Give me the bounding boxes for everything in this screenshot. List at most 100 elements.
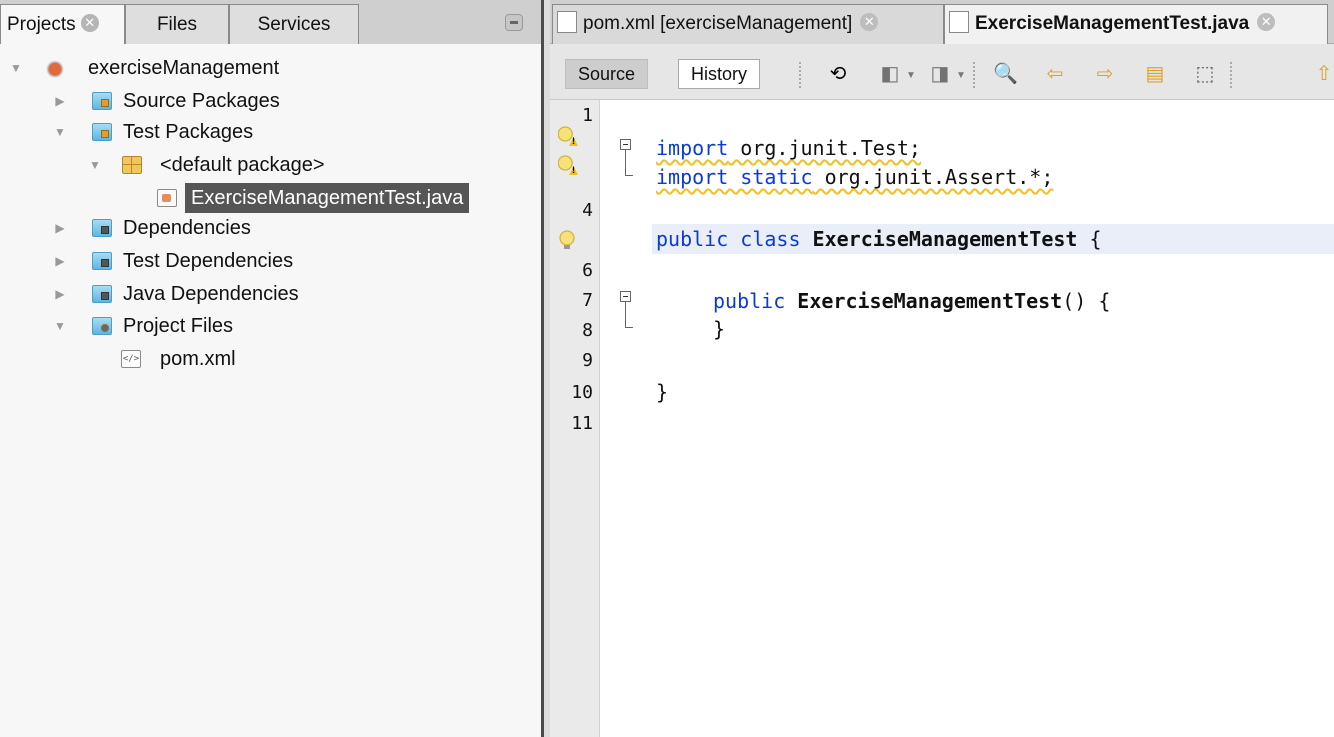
collapsed-arrow-icon[interactable]: ▶ [53, 213, 67, 243]
find-icon[interactable]: 🔍 [993, 62, 1018, 86]
find-previous-icon[interactable]: ⇦ [1043, 62, 1067, 86]
tree-node-source-packages[interactable]: ▶ Source Packages [0, 86, 541, 116]
maven-project-icon [44, 56, 66, 78]
toggle-rectangular-selection-icon[interactable]: ⬚ [1193, 62, 1217, 86]
editor-gutter: 1 4 6 7 8 9 10 11 [550, 100, 600, 737]
code-keyword: import [656, 136, 729, 160]
tab-files[interactable]: Files [125, 4, 229, 44]
tree-node-label-selected: ExerciseManagementTest.java [185, 183, 470, 213]
tree-node-project-files[interactable]: ▼ Project Files [0, 311, 541, 341]
java-test-file-icon [949, 10, 969, 33]
xml-file-icon [557, 10, 577, 33]
code-constructor-name: ExerciseManagementTest [797, 289, 1063, 313]
line-number: 6 [582, 260, 593, 281]
collapsed-arrow-icon[interactable]: ▶ [53, 86, 67, 116]
tree-node-test-packages[interactable]: ▼ Test Packages [0, 117, 541, 147]
expanded-arrow-icon[interactable]: ▼ [53, 117, 67, 147]
java-dependencies-folder-icon [92, 285, 112, 303]
tree-node-label: Java Dependencies [123, 283, 299, 305]
warning-bulb-icon[interactable] [558, 126, 576, 146]
code-keyword: public class [656, 227, 801, 251]
code-keyword: public [713, 289, 786, 313]
test-folder-icon [92, 123, 112, 141]
line-number: 1 [582, 105, 593, 126]
forward-icon[interactable]: ◨ [928, 62, 952, 86]
tree-node-java-dependencies[interactable]: ▶ Java Dependencies [0, 279, 541, 309]
back-icon[interactable]: ◧ [878, 62, 902, 86]
project-files-folder-icon [92, 317, 112, 335]
tree-node-label: Source Packages [123, 90, 280, 112]
last-edit-icon[interactable]: ⟲ [826, 62, 850, 86]
java-test-file-icon [157, 189, 177, 207]
tree-node-label: Test Dependencies [123, 250, 294, 272]
code-line-5: public class ExerciseManagementTest { [656, 224, 1102, 254]
back-dropdown-icon[interactable]: ▼ [906, 70, 916, 81]
bookmark-icon[interactable]: ⇧ [1312, 62, 1334, 86]
line-number: 10 [571, 382, 593, 403]
editor-tab-label: pom.xml [exerciseManagement] [583, 13, 853, 34]
code-keyword: import static [656, 165, 813, 189]
fold-line [625, 150, 626, 175]
tree-node-label: <default package> [160, 154, 325, 176]
tree-node-pom[interactable]: </> pom.xml [0, 344, 541, 374]
editor-tab-pom[interactable]: pom.xml [exerciseManagement] ✕ [552, 4, 944, 44]
collapsed-arrow-icon[interactable]: ▶ [53, 279, 67, 309]
line-number: 9 [582, 350, 593, 371]
code-text: { [1077, 227, 1102, 251]
tree-node-label: exerciseManagement [88, 57, 280, 79]
editor-panel: pom.xml [exerciseManagement] ✕ ExerciseMa… [550, 0, 1334, 737]
package-icon [122, 156, 142, 174]
dependencies-folder-icon [92, 219, 112, 237]
code-text: org.junit.Test; [728, 136, 921, 160]
tree-node-project[interactable]: ▼ exerciseManagement [0, 53, 541, 83]
collapse-fold-icon[interactable] [620, 291, 631, 302]
code-line-3: import static org.junit.Assert.*; [656, 162, 1053, 192]
warning-bulb-icon[interactable] [558, 155, 576, 175]
code-line-10: } [656, 377, 668, 407]
close-icon[interactable]: ✕ [1257, 13, 1276, 32]
forward-dropdown-icon[interactable]: ▼ [956, 70, 966, 81]
hint-bulb-icon[interactable] [558, 230, 576, 250]
line-number: 4 [582, 200, 593, 221]
fold-line [625, 302, 626, 327]
toggle-highlight-icon[interactable]: ▤ [1143, 62, 1167, 86]
code-editor[interactable]: import org.junit.Test; import static org… [652, 100, 1334, 737]
code-line-2: import org.junit.Test; [656, 133, 921, 163]
tree-node-default-package[interactable]: ▼ <default package> [0, 150, 541, 180]
projects-panel-tabbar: Projects ✕ Files Services [0, 0, 541, 44]
editor-toolbar: Source History ⟲ ◧ ▼ ◨ ▼ 🔍 ⇦ ⇨ ▤ ⬚ ⇧ [550, 44, 1334, 100]
panel-splitter[interactable] [541, 0, 550, 737]
tree-node-dependencies[interactable]: ▶ Dependencies [0, 213, 541, 243]
tab-projects[interactable]: Projects ✕ [0, 4, 125, 44]
minimize-window-icon[interactable] [505, 14, 523, 31]
collapse-fold-icon[interactable] [620, 139, 631, 150]
expanded-arrow-icon[interactable]: ▼ [88, 150, 102, 180]
projects-panel: Projects ✕ Files Services ▼ exerciseManag… [0, 0, 541, 737]
tree-node-test-dependencies[interactable]: ▶ Test Dependencies [0, 246, 541, 276]
expanded-arrow-icon[interactable]: ▼ [53, 311, 67, 341]
tab-projects-label: Projects [7, 14, 76, 35]
find-next-icon[interactable]: ⇨ [1093, 62, 1117, 86]
expanded-arrow-icon[interactable]: ▼ [9, 53, 23, 83]
close-icon[interactable]: ✕ [860, 13, 879, 32]
toolbar-separator [973, 62, 976, 88]
code-text: () { [1062, 289, 1111, 313]
tree-node-label: Test Packages [123, 121, 254, 143]
code-class-name: ExerciseManagementTest [812, 227, 1078, 251]
collapsed-arrow-icon[interactable]: ▶ [53, 246, 67, 276]
tree-node-label: pom.xml [160, 348, 236, 370]
line-number: 8 [582, 320, 593, 341]
tree-node-test-file[interactable]: ExerciseManagementTest.java [0, 183, 541, 213]
test-dependencies-folder-icon [92, 252, 112, 270]
code-line-8: } [713, 314, 725, 344]
tree-node-label: Dependencies [123, 217, 251, 239]
fold-end [625, 175, 633, 176]
history-view-button[interactable]: History [678, 59, 761, 89]
code-line-7: public ExerciseManagementTest() { [713, 286, 1110, 316]
tree-node-label: Project Files [123, 315, 234, 337]
source-view-button[interactable]: Source [565, 59, 649, 89]
close-icon[interactable]: ✕ [80, 14, 99, 33]
tab-services[interactable]: Services [229, 4, 359, 44]
editor-tab-test-java[interactable]: ExerciseManagementTest.java ✕ [944, 4, 1328, 44]
xml-file-icon: </> [121, 350, 141, 368]
